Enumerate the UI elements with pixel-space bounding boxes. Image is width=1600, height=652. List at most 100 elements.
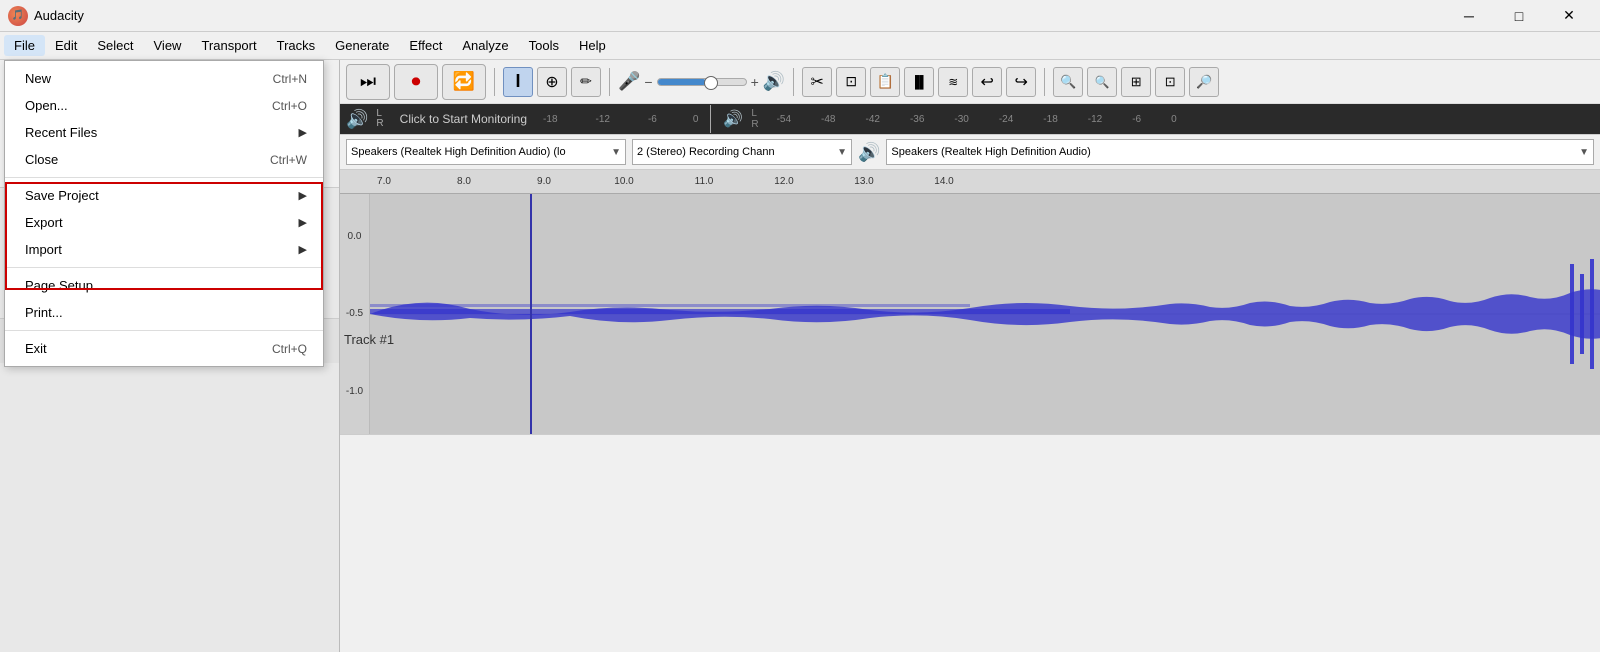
maximize-button[interactable]: □ bbox=[1496, 0, 1542, 32]
app-icon: 🎵 bbox=[8, 6, 28, 26]
toolbar-separator-2 bbox=[609, 68, 610, 96]
output-device-select[interactable]: Speakers (Realtek High Definition Audio)… bbox=[886, 139, 1594, 165]
ruler-12: 12.0 bbox=[744, 176, 824, 187]
out-scale-0: 0 bbox=[1171, 114, 1177, 125]
ruler-13: 13.0 bbox=[824, 176, 904, 187]
output-lr-label: L R bbox=[751, 108, 758, 130]
playhead bbox=[530, 194, 532, 434]
scale-zero: 0 bbox=[693, 114, 699, 125]
scale-minus12: -12 bbox=[596, 114, 610, 125]
channels-select[interactable]: 2 (Stereo) Recording Chann ▼ bbox=[632, 139, 852, 165]
close-button[interactable]: ✕ bbox=[1546, 0, 1592, 32]
paste-button[interactable]: 📋 bbox=[870, 67, 900, 97]
menu-export[interactable]: Export ▶ bbox=[5, 209, 323, 236]
menu-tracks[interactable]: Tracks bbox=[267, 35, 326, 56]
scale-minus18: -18 bbox=[543, 114, 557, 125]
window-controls: ─ □ ✕ bbox=[1446, 0, 1592, 32]
ruler-8: 8.0 bbox=[424, 176, 504, 187]
ruler-9: 9.0 bbox=[504, 176, 584, 187]
minimize-button[interactable]: ─ bbox=[1446, 0, 1492, 32]
zoom-fit-project-button[interactable]: ⊞ bbox=[1121, 67, 1151, 97]
menu-import[interactable]: Import ▶ bbox=[5, 236, 323, 263]
out-scale-6: -6 bbox=[1132, 114, 1141, 125]
cut-button[interactable]: ✂ bbox=[802, 67, 832, 97]
out-scale-36: -36 bbox=[910, 114, 924, 125]
ruler-10: 10.0 bbox=[584, 176, 664, 187]
separator-1 bbox=[5, 177, 323, 178]
menu-bar: File Edit Select View Transport Tracks G… bbox=[0, 32, 1600, 60]
menu-open[interactable]: Open... Ctrl+O bbox=[5, 92, 323, 119]
scale-bot: -1.0 bbox=[346, 386, 363, 397]
scale-mid: -0.5 bbox=[346, 308, 363, 319]
menu-edit[interactable]: Edit bbox=[45, 35, 87, 56]
channels-arrow: ▼ bbox=[837, 147, 847, 158]
menu-print[interactable]: Print... bbox=[5, 299, 323, 326]
app-title: Audacity bbox=[34, 8, 1446, 23]
menu-exit[interactable]: Exit Ctrl+Q bbox=[5, 335, 323, 362]
loop-button[interactable]: 🔁 bbox=[442, 64, 486, 100]
scale-minus6: -6 bbox=[648, 114, 657, 125]
out-scale-24: -24 bbox=[999, 114, 1013, 125]
zoom-fit-button[interactable]: ⊡ bbox=[1155, 67, 1185, 97]
menu-view[interactable]: View bbox=[144, 35, 192, 56]
menu-generate[interactable]: Generate bbox=[325, 35, 399, 56]
menu-analyze[interactable]: Analyze bbox=[452, 35, 518, 56]
menu-select[interactable]: Select bbox=[87, 35, 143, 56]
menu-help[interactable]: Help bbox=[569, 35, 616, 56]
trim-button[interactable]: ≋ bbox=[938, 67, 968, 97]
mic-volume-slider[interactable] bbox=[657, 78, 747, 86]
waveform-svg bbox=[370, 194, 1600, 434]
menu-transport[interactable]: Transport bbox=[191, 35, 266, 56]
skip-to-end-button[interactable]: ⏭ bbox=[346, 64, 390, 100]
out-scale-30: -30 bbox=[954, 114, 968, 125]
monitor-sep bbox=[710, 105, 711, 133]
menu-recent-files[interactable]: Recent Files ▶ bbox=[5, 119, 323, 146]
zoom-out-button[interactable]: 🔍 bbox=[1087, 67, 1117, 97]
menu-close[interactable]: Close Ctrl+W bbox=[5, 146, 323, 173]
ruler-11: 11.0 bbox=[664, 176, 744, 187]
timeline-ruler: 7.0 8.0 9.0 10.0 11.0 12.0 13.0 14.0 bbox=[340, 170, 1600, 194]
silence-button[interactable]: ▐▌ bbox=[904, 67, 934, 97]
select-tool-button[interactable]: I bbox=[503, 67, 533, 97]
output-speaker-icon: 🔊 bbox=[723, 109, 743, 129]
multitool-button[interactable]: ⊕ bbox=[537, 67, 567, 97]
undo-button[interactable]: ↩ bbox=[972, 67, 1002, 97]
monitor-text[interactable]: Click to Start Monitoring bbox=[392, 112, 535, 126]
copy-button[interactable]: ⊡ bbox=[836, 67, 866, 97]
file-dropdown: New Ctrl+N Open... Ctrl+O Recent Files ▶… bbox=[4, 60, 324, 367]
track-area: 0.0 -0.5 -1.0 bbox=[340, 194, 1600, 434]
menu-save-project[interactable]: Save Project ▶ bbox=[5, 182, 323, 209]
lr-label: L R bbox=[376, 109, 383, 129]
record-button[interactable]: ⏺ bbox=[394, 64, 438, 100]
out-scale-48: -48 bbox=[821, 114, 835, 125]
separator-3 bbox=[5, 330, 323, 331]
input-device-select[interactable]: Speakers (Realtek High Definition Audio)… bbox=[346, 139, 626, 165]
menu-file[interactable]: File bbox=[4, 35, 45, 56]
speaker-volume-icon: 🔊 bbox=[763, 71, 785, 92]
mic-plus: + bbox=[751, 74, 759, 90]
speaker-lr-icon: 🔊 bbox=[346, 109, 368, 130]
waveform-canvas bbox=[370, 194, 1600, 434]
out-scale-18: -18 bbox=[1043, 114, 1057, 125]
output-vol-icon: 🔊 bbox=[858, 142, 880, 163]
draw-tool-button[interactable]: ✏ bbox=[571, 67, 601, 97]
mic-minus: − bbox=[644, 74, 652, 90]
output-device-arrow: ▼ bbox=[1579, 147, 1589, 158]
monitor-bar: 🔊 L R Click to Start Monitoring -18 -12 … bbox=[340, 104, 1600, 134]
menu-new[interactable]: New Ctrl+N bbox=[5, 65, 323, 92]
zoom-toggle-button[interactable]: 🔎 bbox=[1189, 67, 1219, 97]
waveform-scale: 0.0 -0.5 -1.0 bbox=[340, 194, 370, 434]
menu-tools[interactable]: Tools bbox=[519, 35, 569, 56]
menu-page-setup[interactable]: Page Setup... bbox=[5, 272, 323, 299]
ruler-14: 14.0 bbox=[904, 176, 984, 187]
ruler-7: 7.0 bbox=[344, 176, 424, 187]
zoom-in-button[interactable]: 🔍 bbox=[1053, 67, 1083, 97]
menu-effect[interactable]: Effect bbox=[399, 35, 452, 56]
redo-button[interactable]: ↪ bbox=[1006, 67, 1036, 97]
title-bar: 🎵 Audacity ─ □ ✕ bbox=[0, 0, 1600, 32]
input-device-arrow: ▼ bbox=[611, 147, 621, 158]
toolbar-separator-4 bbox=[1044, 68, 1045, 96]
toolbar-separator-1 bbox=[494, 68, 495, 96]
scale-top: 0.0 bbox=[348, 231, 362, 242]
device-bar: Speakers (Realtek High Definition Audio)… bbox=[340, 134, 1600, 170]
